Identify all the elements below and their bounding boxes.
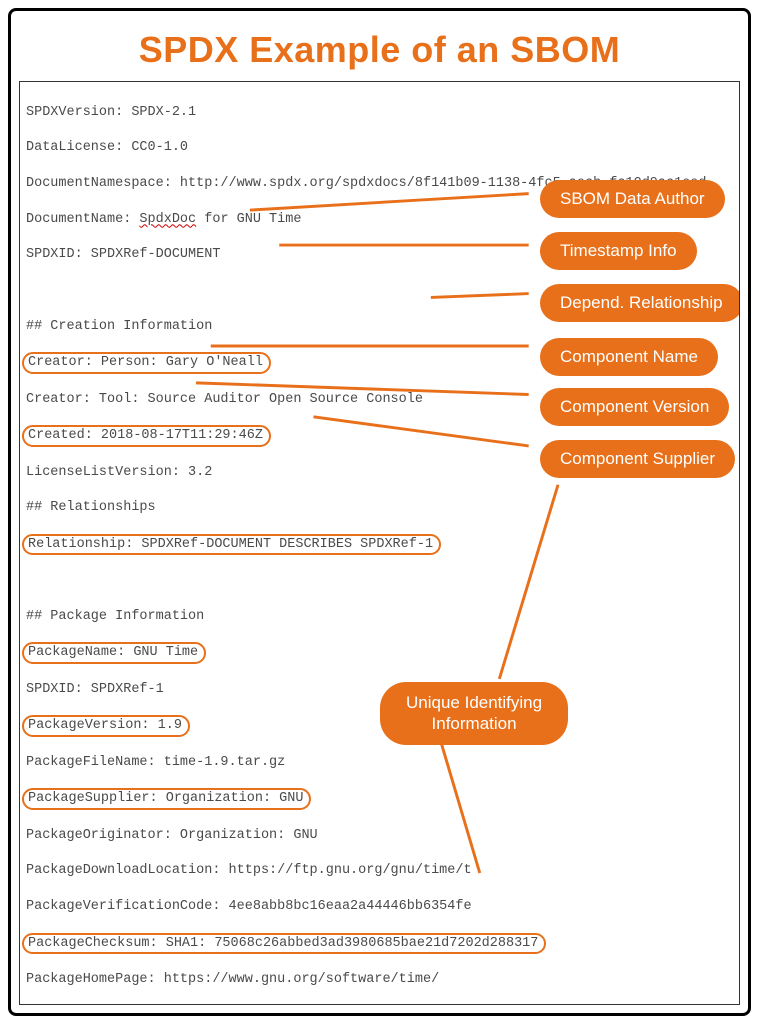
license-list-version: LicenseListVersion: 3.2	[26, 464, 733, 482]
creator-tool: Creator: Tool: Source Auditor Open Sourc…	[26, 391, 733, 409]
pkg-verification: PackageVerificationCode: 4ee8abb8bc16eaa…	[26, 898, 733, 916]
pkg-checksum: PackageChecksum: SHA1: 75068c26abbed3ad3…	[26, 934, 733, 954]
doc-namespace: DocumentNamespace: http://www.spdx.org/s…	[26, 175, 733, 193]
spdx-version: SPDXVersion: SPDX-2.1	[26, 104, 733, 122]
spdxid: SPDXID: SPDXRef-DOCUMENT	[26, 246, 733, 264]
package-name: PackageName: GNU Time	[26, 643, 733, 663]
relationship: Relationship: SPDXRef-DOCUMENT DESCRIBES…	[26, 535, 733, 555]
doc-name: DocumentName: SpdxDoc for GNU Time	[26, 211, 733, 229]
package-originator: PackageOriginator: Organization: GNU	[26, 827, 733, 845]
created-date: Created: 2018-08-17T11:29:46Z	[26, 426, 733, 446]
pkg-spdxid: SPDXID: SPDXRef-1	[26, 681, 733, 699]
package-supplier: PackageSupplier: Organization: GNU	[26, 789, 733, 809]
creator-person: Creator: Person: Gary O'Neall	[26, 353, 733, 373]
page-title: SPDX Example of an SBOM	[11, 11, 748, 81]
data-license: DataLicense: CC0-1.0	[26, 139, 733, 157]
pkg-filename: PackageFileName: time-1.9.tar.gz	[26, 754, 733, 772]
relationships-header: ## Relationships	[26, 499, 733, 517]
pkg-download: PackageDownloadLocation: https://ftp.gnu…	[26, 862, 733, 880]
pkg-homepage: PackageHomePage: https://www.gnu.org/sof…	[26, 971, 733, 989]
package-header: ## Package Information	[26, 608, 733, 626]
creation-header: ## Creation Information	[26, 318, 733, 336]
document-card: SPDX Example of an SBOM SPDXVersion: SPD…	[8, 8, 751, 1016]
package-version: PackageVersion: 1.9	[26, 716, 733, 736]
spdx-code-box: SPDXVersion: SPDX-2.1 DataLicense: CC0-1…	[19, 81, 740, 1005]
